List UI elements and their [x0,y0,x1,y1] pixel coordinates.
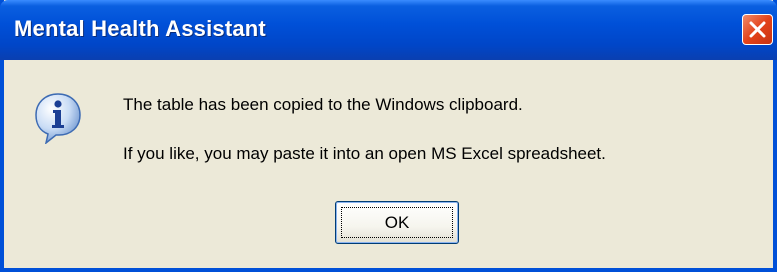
dialog-content: The table has been copied to the Windows… [4,60,773,268]
dialog-window: Mental Health Assistant The table has be… [0,0,777,272]
message-line-2: If you like, you may paste it into an op… [123,144,606,163]
info-icon [35,93,81,144]
title-bar[interactable]: Mental Health Assistant [0,0,777,60]
close-button[interactable] [742,14,773,45]
close-icon [749,21,766,38]
message-line-1: The table has been copied to the Windows… [123,95,523,114]
window-title: Mental Health Assistant [14,16,266,41]
ok-button[interactable]: OK [335,201,459,244]
ok-button-label: OK [341,207,453,238]
